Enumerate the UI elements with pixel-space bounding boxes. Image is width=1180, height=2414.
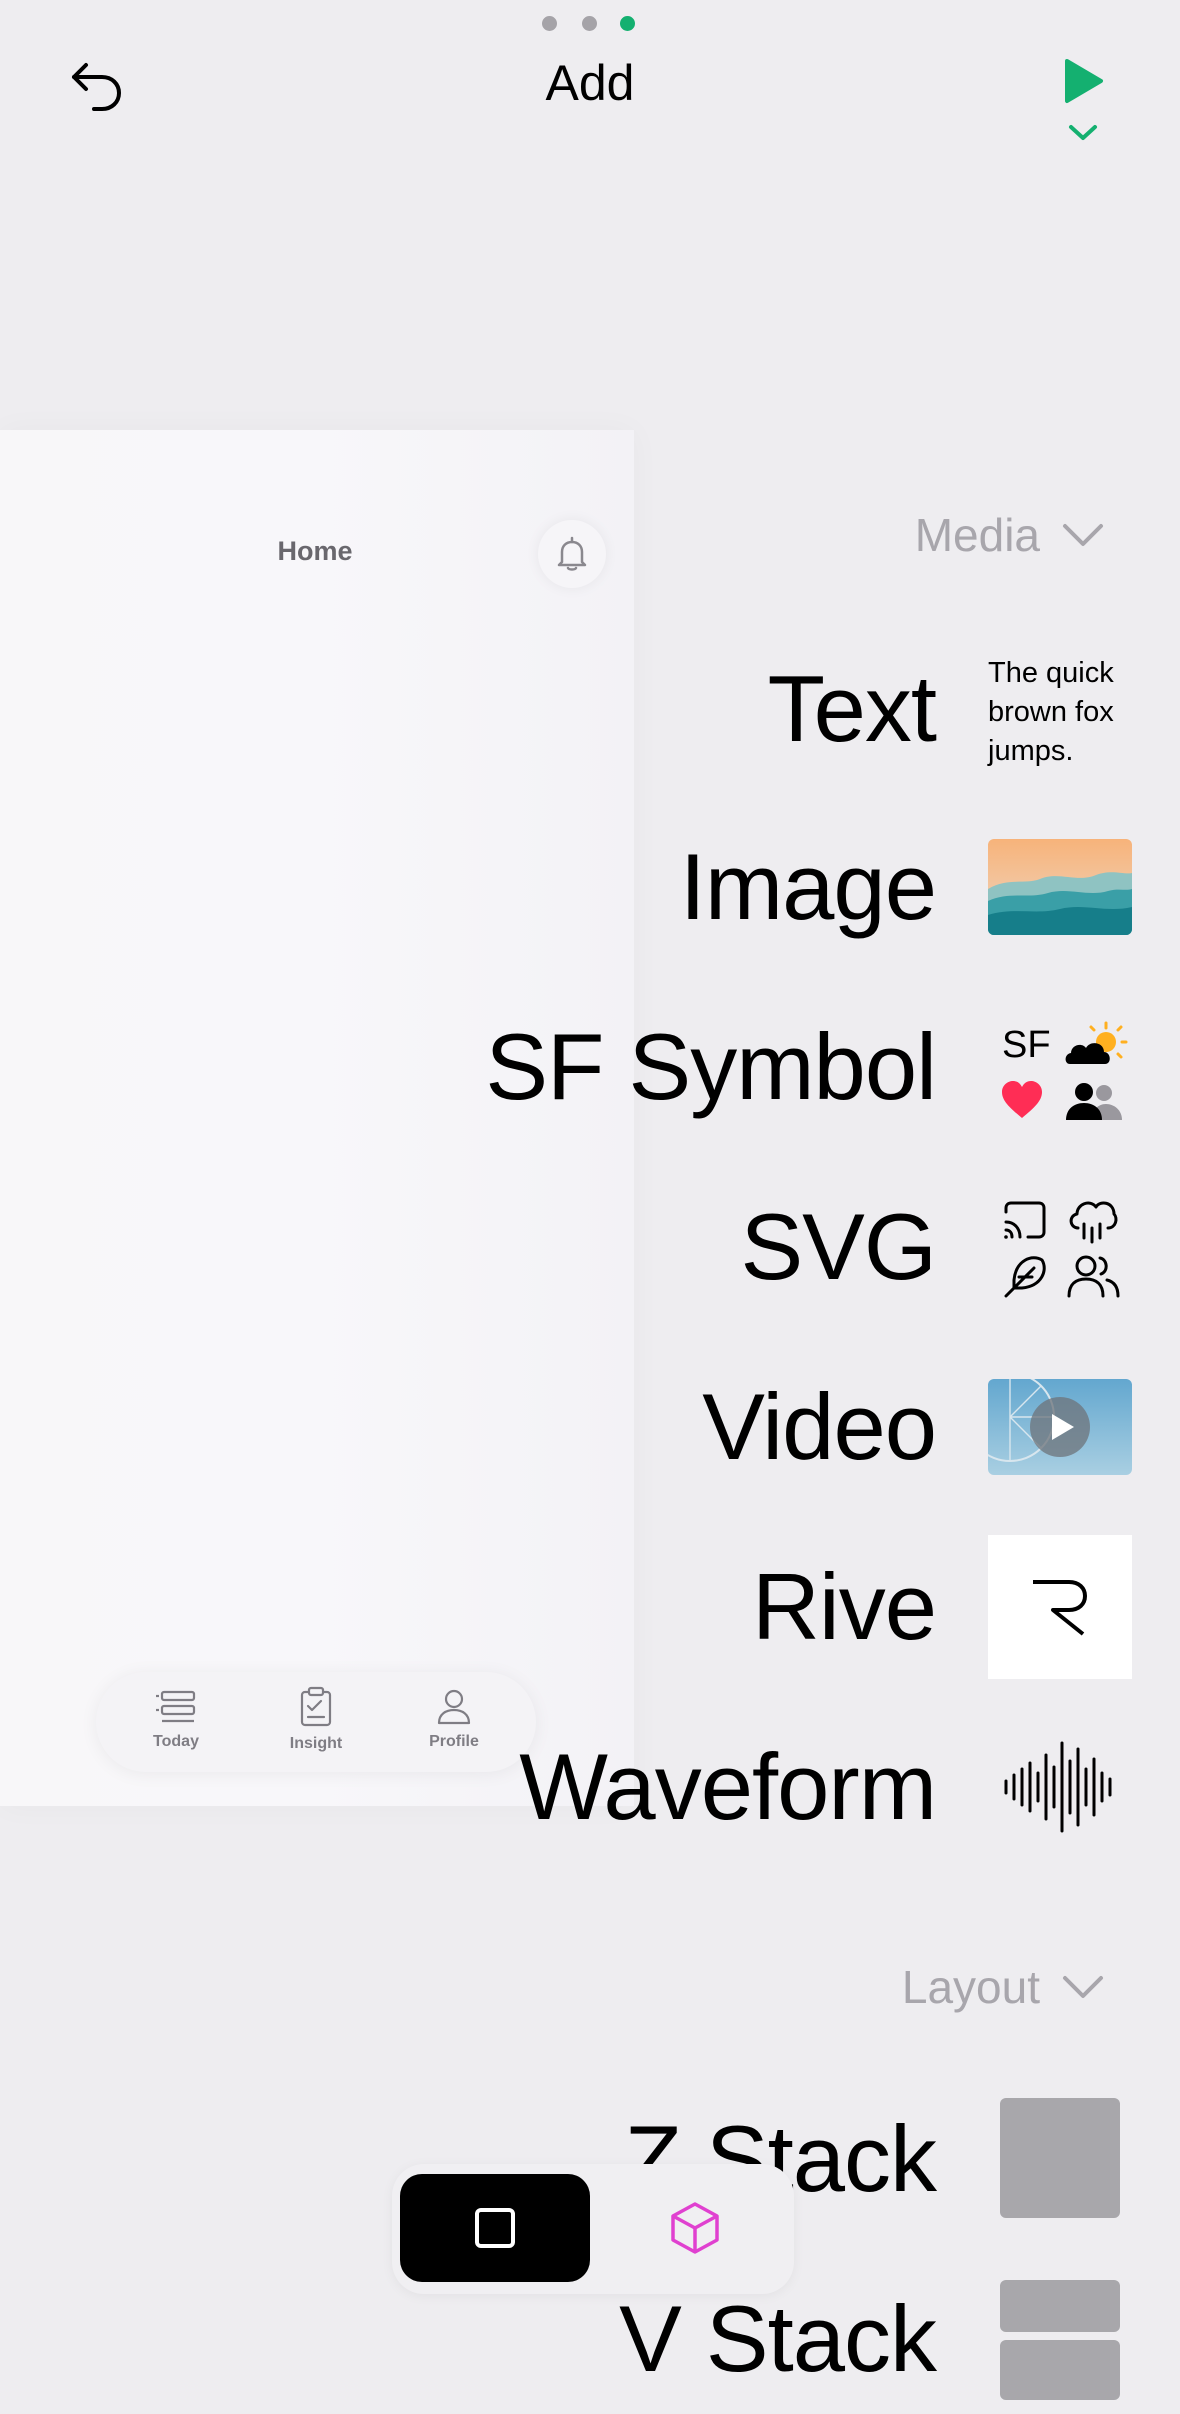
cast-icon (1004, 1201, 1046, 1239)
component-row-video[interactable]: Video (0, 1352, 1180, 1502)
page-indicator (540, 16, 640, 32)
image-thumbnail (988, 839, 1132, 935)
component-row-rive[interactable]: Rive (0, 1532, 1180, 1682)
component-row-image[interactable]: Image (0, 812, 1180, 962)
component-label: Rive (751, 1554, 937, 1659)
component-label: SF Symbol (485, 1014, 937, 1119)
z-stack-thumbnail (1000, 2098, 1120, 2218)
play-icon (1065, 59, 1103, 103)
play-button[interactable] (1052, 50, 1114, 112)
tool-2d-button[interactable] (400, 2174, 590, 2282)
cloud-rain-icon (1069, 1201, 1118, 1244)
sf-symbol-thumbnail: SF (988, 1006, 1132, 1128)
component-label: Video (702, 1374, 937, 1479)
video-thumbnail (988, 1379, 1132, 1475)
component-row-svg[interactable]: SVG (0, 1172, 1180, 1322)
page-dot-1[interactable] (542, 16, 557, 31)
waveform-icon (1004, 1741, 1112, 1833)
page-dot-3-active[interactable] (620, 16, 635, 31)
rive-thumbnail (988, 1535, 1132, 1679)
rive-logo-icon (1033, 1580, 1087, 1636)
component-label: SVG (740, 1194, 937, 1299)
undo-arrow-icon (72, 63, 122, 111)
chevron-down-icon (1063, 1976, 1103, 1998)
heart-icon (1002, 1081, 1042, 1118)
component-row-text[interactable]: Text The quick brown fox jumps. (0, 634, 1180, 784)
section-layout-label: Layout (901, 1961, 1040, 2013)
section-layout-toggle[interactable]: Layout (902, 1960, 1104, 2014)
page-title: Add (545, 55, 635, 111)
person-2-icon (1066, 1083, 1122, 1120)
video-preview-icon (988, 1379, 1132, 1475)
landscape-image-icon (988, 839, 1132, 935)
square-icon (475, 2208, 515, 2248)
bell-icon (557, 536, 587, 571)
v-stack-block (1000, 2340, 1120, 2400)
tool-3d-button[interactable] (600, 2174, 790, 2282)
section-media-label: Media (914, 509, 1040, 561)
feather-icon (1004, 1256, 1046, 1298)
chevron-down-icon (1063, 524, 1103, 546)
page-dot-2[interactable] (582, 16, 597, 31)
cloud-sun-icon (1065, 1021, 1128, 1064)
undo-button[interactable] (60, 50, 132, 122)
component-label: Image (679, 834, 937, 939)
waveform-thumbnail (988, 1739, 1132, 1835)
text-thumbnail: The quick brown fox jumps. (988, 654, 1132, 767)
text-sample: The quick brown fox jumps. (988, 657, 1114, 767)
component-label: Text (767, 656, 937, 761)
component-row-sf-symbol[interactable]: SF Symbol SF (0, 992, 1180, 1142)
v-stack-block (1000, 2280, 1120, 2332)
component-label: Waveform (519, 1734, 937, 1839)
preview-bell-button[interactable] (538, 520, 606, 588)
section-media-toggle[interactable]: Media (915, 508, 1104, 562)
run-options-button[interactable] (1064, 118, 1102, 148)
chevron-down-icon (1069, 125, 1097, 140)
component-row-waveform[interactable]: Waveform (0, 1712, 1180, 1862)
svg-thumbnail (988, 1186, 1132, 1308)
cube-icon (671, 2202, 719, 2254)
users-icon (1067, 1255, 1120, 1298)
sf-text: SF (1002, 1024, 1051, 1066)
preview-home-title: Home (277, 536, 353, 566)
